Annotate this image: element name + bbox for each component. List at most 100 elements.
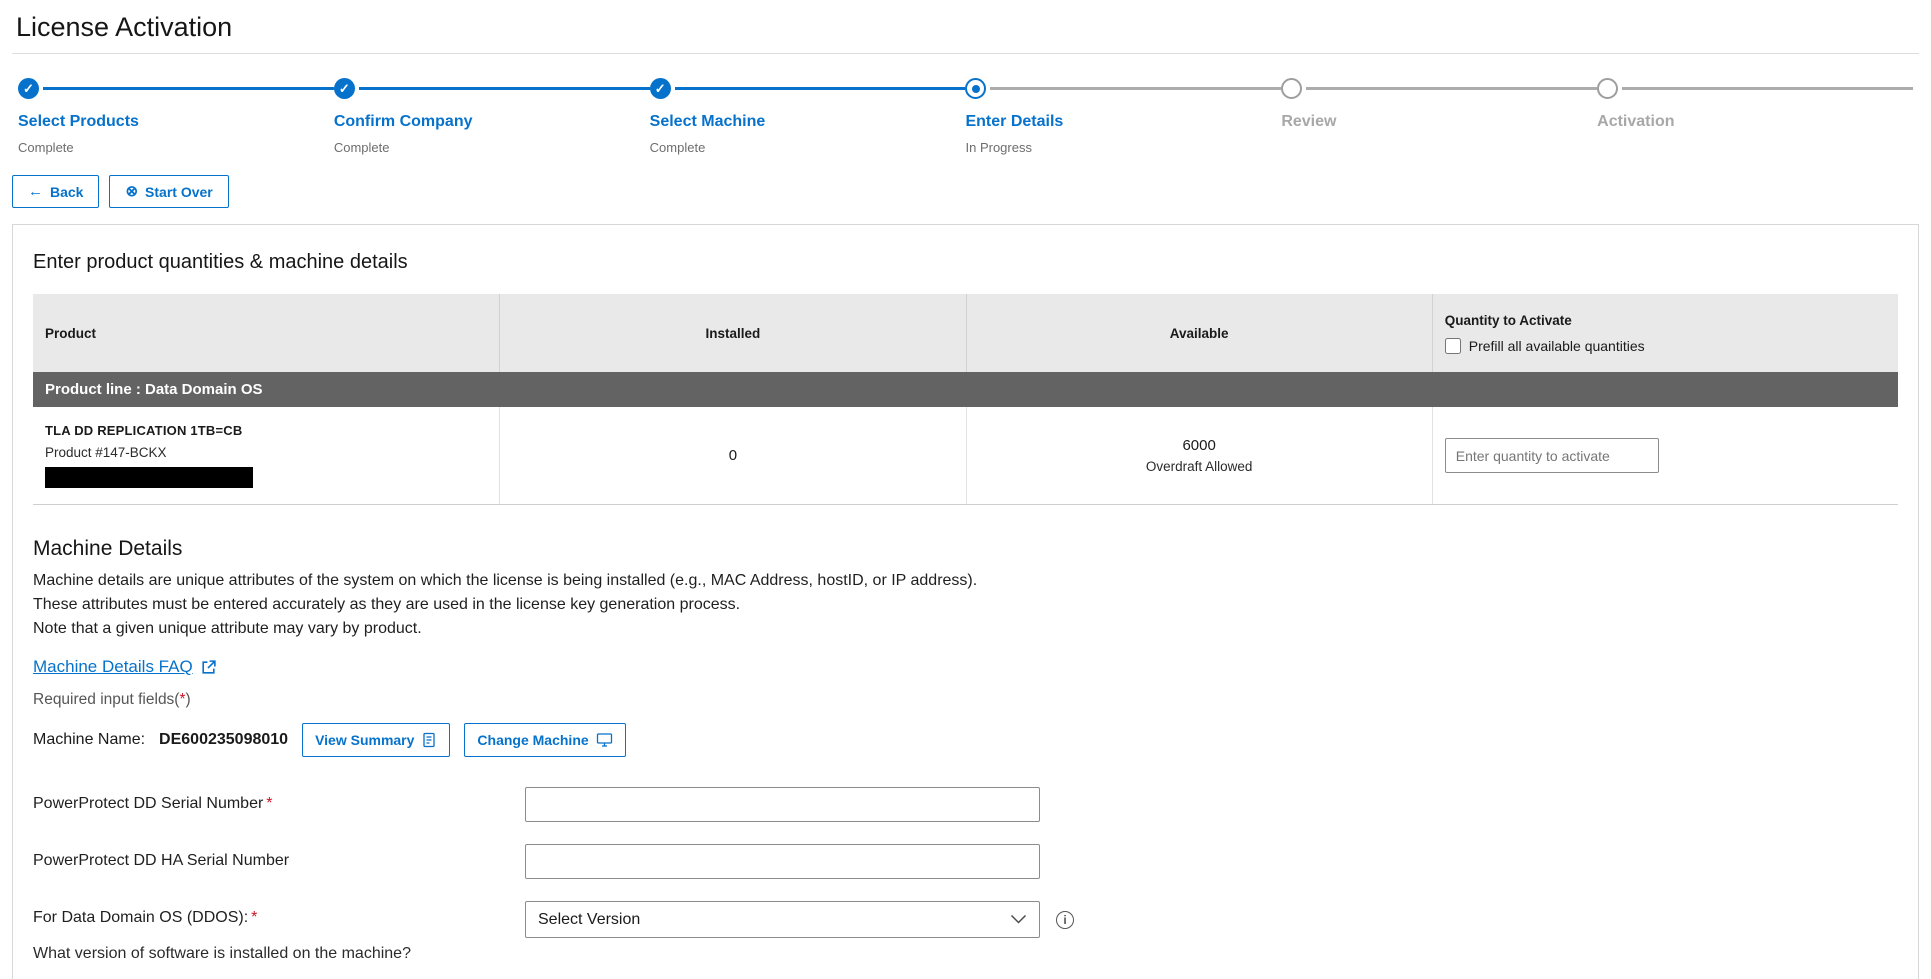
section-title: Enter product quantities & machine detai… xyxy=(33,251,1898,274)
step-label: Activation xyxy=(1597,113,1913,131)
step-select-products[interactable]: ✓ Select Products Complete xyxy=(18,78,334,155)
dd-serial-input[interactable] xyxy=(525,787,1040,822)
col-header-quantity: Quantity to Activate Prefill all availab… xyxy=(1432,294,1898,372)
overdraft-note: Overdraft Allowed xyxy=(1146,459,1253,474)
form-row-ddos-version: For Data Domain OS (DDOS):* What version… xyxy=(33,901,1898,963)
ddos-version-label: For Data Domain OS (DDOS): xyxy=(33,909,248,926)
prefill-label: Prefill all available quantities xyxy=(1469,338,1645,354)
product-cell: TLA DD REPLICATION 1TB=CB Product #147-B… xyxy=(33,407,499,504)
stepper-line xyxy=(43,87,334,90)
step-marker: ✓ xyxy=(334,78,650,100)
field-label-col: PowerProtect DD Serial Number* xyxy=(33,787,525,813)
machine-name-label: Machine Name: xyxy=(33,731,145,749)
step-enter-details[interactable]: Enter Details In Progress xyxy=(965,78,1281,155)
enter-details-panel: Enter product quantities & machine detai… xyxy=(12,224,1919,979)
step-activation[interactable]: Activation xyxy=(1597,78,1913,155)
start-over-button[interactable]: ⊗ Start Over xyxy=(109,175,228,208)
stepper-line xyxy=(675,87,966,90)
col-header-product: Product xyxy=(33,294,499,372)
ddos-version-select[interactable]: Select Version xyxy=(525,901,1040,938)
check-icon: ✓ xyxy=(23,82,34,95)
step-confirm-company[interactable]: ✓ Confirm Company Complete xyxy=(334,78,650,155)
dd-serial-label: PowerProtect DD Serial Number xyxy=(33,795,263,812)
step-label: Select Products xyxy=(18,113,334,131)
product-line-row: Product line : Data Domain OS xyxy=(33,372,1898,407)
product-name: TLA DD REPLICATION 1TB=CB xyxy=(45,423,487,438)
check-icon: ✓ xyxy=(655,82,666,95)
required-asterisk: * xyxy=(251,909,257,926)
available-value: 6000 xyxy=(1182,437,1215,454)
stepper-line xyxy=(990,87,1281,90)
form-row-dd-serial: PowerProtect DD Serial Number* xyxy=(33,787,1898,822)
prefill-checkbox[interactable] xyxy=(1445,338,1461,354)
step-label: Enter Details xyxy=(965,113,1281,131)
dd-ha-serial-input[interactable] xyxy=(525,844,1040,879)
step-complete-icon: ✓ xyxy=(334,78,355,99)
step-marker: ✓ xyxy=(18,78,334,100)
step-status: Complete xyxy=(18,140,334,155)
machine-name-row: Machine Name: DE600235098010 View Summar… xyxy=(33,723,1898,757)
machine-details-line: Machine details are unique attributes of… xyxy=(33,569,1898,593)
quantity-header-label: Quantity to Activate xyxy=(1445,313,1886,328)
external-link-icon xyxy=(200,659,217,676)
document-icon xyxy=(421,732,437,748)
step-marker: ✓ xyxy=(650,78,966,100)
start-over-button-label: Start Over xyxy=(145,185,213,199)
stepper-line xyxy=(1306,87,1597,90)
faq-link-label: Machine Details FAQ xyxy=(33,657,193,677)
change-machine-label: Change Machine xyxy=(477,733,588,747)
required-fields-note: Required input fields(*) xyxy=(33,691,1898,709)
stepper-line xyxy=(359,87,650,90)
step-upcoming-icon xyxy=(1281,78,1302,99)
installed-value: 0 xyxy=(499,407,965,504)
redacted-text xyxy=(45,467,253,488)
ddos-version-selected-value: Select Version xyxy=(538,911,640,929)
machine-details-form: PowerProtect DD Serial Number* PowerProt… xyxy=(33,787,1898,979)
back-arrow-icon: ← xyxy=(28,184,43,199)
stepper-line xyxy=(1622,87,1913,90)
start-over-icon: ⊗ xyxy=(125,184,138,199)
machine-details-line: These attributes must be entered accurat… xyxy=(33,593,1898,617)
machine-monitor-icon xyxy=(596,732,613,748)
field-label-col: For Data Domain OS (DDOS):* What version… xyxy=(33,901,525,963)
step-current-icon xyxy=(965,78,986,99)
form-row-dd-ha-serial: PowerProtect DD HA Serial Number xyxy=(33,844,1898,879)
info-wrap: i xyxy=(1056,901,1074,938)
current-step-dot xyxy=(972,85,980,93)
step-label: Confirm Company xyxy=(334,113,650,131)
product-table: Product Installed Available Quantity to … xyxy=(33,294,1898,505)
machine-details-faq-link[interactable]: Machine Details FAQ xyxy=(33,657,217,677)
title-bar: License Activation xyxy=(12,0,1919,54)
prefill-option[interactable]: Prefill all available quantities xyxy=(1445,338,1886,354)
dd-ha-serial-label: PowerProtect DD HA Serial Number xyxy=(33,852,289,869)
check-icon: ✓ xyxy=(339,82,350,95)
required-asterisk: * xyxy=(266,795,272,812)
col-header-installed: Installed xyxy=(499,294,965,372)
toolbar: ← Back ⊗ Start Over xyxy=(12,175,1919,208)
machine-name-value: DE600235098010 xyxy=(159,731,288,749)
step-select-machine[interactable]: ✓ Select Machine Complete xyxy=(650,78,966,155)
ddos-version-hint: What version of software is installed on… xyxy=(33,945,525,963)
license-activation-page: License Activation ✓ Select Products Com… xyxy=(0,0,1931,979)
quantity-cell xyxy=(1432,407,1898,504)
back-button[interactable]: ← Back xyxy=(12,175,99,208)
quantity-input[interactable] xyxy=(1445,438,1659,473)
step-label: Select Machine xyxy=(650,113,966,131)
product-number: Product #147-BCKX xyxy=(45,445,487,460)
view-summary-button[interactable]: View Summary xyxy=(302,723,450,757)
change-machine-button[interactable]: Change Machine xyxy=(464,723,625,757)
back-button-label: Back xyxy=(50,185,83,199)
step-status xyxy=(1281,140,1597,155)
step-marker xyxy=(965,78,1281,100)
machine-details-description: Machine details are unique attributes of… xyxy=(33,569,1898,641)
info-icon[interactable]: i xyxy=(1056,911,1074,929)
step-status: Complete xyxy=(334,140,650,155)
view-summary-label: View Summary xyxy=(315,733,414,747)
step-marker xyxy=(1281,78,1597,100)
field-label-col: PowerProtect DD HA Serial Number xyxy=(33,844,525,870)
chevron-down-icon xyxy=(1010,914,1027,925)
col-header-available: Available xyxy=(966,294,1432,372)
page-title: License Activation xyxy=(16,12,1915,43)
step-review[interactable]: Review xyxy=(1281,78,1597,155)
required-note-text: Required input fields( xyxy=(33,691,179,708)
